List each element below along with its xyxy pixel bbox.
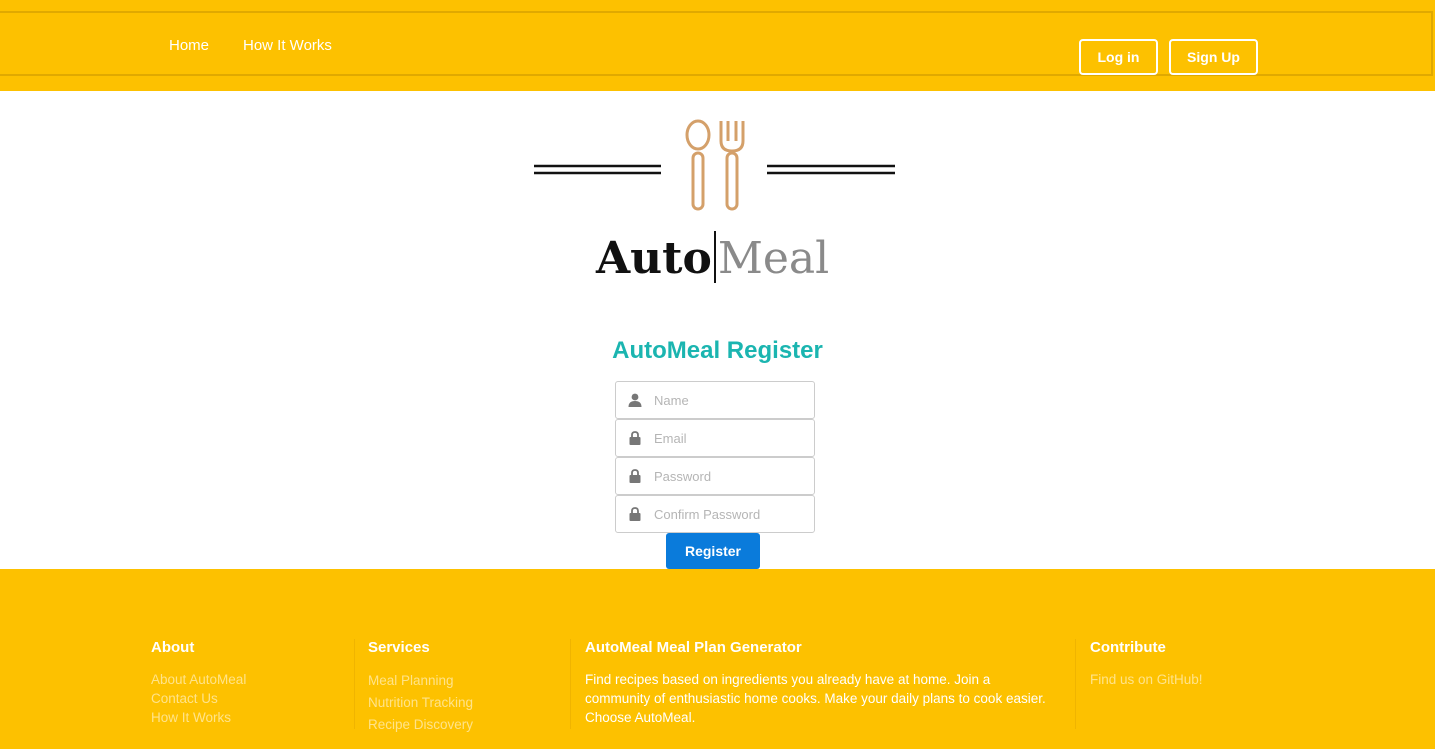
cutlery-emblem-icon	[534, 119, 895, 211]
logo-text-auto: Auto	[596, 233, 712, 284]
name-input[interactable]	[654, 392, 804, 408]
footer-services-column: Services Meal Planning Nutrition Trackin…	[368, 639, 473, 736]
register-title: AutoMeal Register	[612, 337, 823, 364]
automeal-logo: Auto Meal	[530, 115, 900, 290]
footer-link-nutrition-tracking[interactable]: Nutrition Tracking	[368, 692, 473, 714]
footer-contribute-column: Contribute Find us on GitHub!	[1090, 639, 1203, 689]
confirm-password-input[interactable]	[654, 506, 804, 522]
lock-icon	[616, 420, 654, 456]
footer-divider	[354, 639, 355, 729]
footer-generator-heading: AutoMeal Meal Plan Generator	[585, 639, 802, 656]
footer-link-github[interactable]: Find us on GitHub!	[1090, 670, 1203, 689]
footer-divider	[570, 639, 571, 729]
footer-link-about-automeal[interactable]: About AutoMeal	[151, 670, 246, 689]
footer-link-recipe-discovery[interactable]: Recipe Discovery	[368, 714, 473, 736]
footer-contribute-heading: Contribute	[1090, 639, 1166, 656]
confirm-password-field[interactable]	[615, 495, 815, 533]
lock-icon	[616, 458, 654, 494]
nav-home-link[interactable]: Home	[169, 37, 209, 54]
footer-link-how-it-works[interactable]: How It Works	[151, 708, 246, 727]
name-field[interactable]	[615, 381, 815, 419]
password-input[interactable]	[654, 468, 804, 484]
footer-about-column: About About AutoMeal Contact Us How It W…	[151, 639, 246, 727]
logo-text-meal: Meal	[717, 233, 830, 284]
nav-how-it-works-link[interactable]: How It Works	[243, 37, 332, 54]
footer-services-heading: Services	[368, 639, 430, 656]
navbar-inner: Home How It Works Log in Sign Up	[0, 11, 1433, 76]
footer-generator-column: AutoMeal Meal Plan Generator Find recipe…	[585, 639, 1055, 727]
logo-wordmark: Auto Meal	[596, 231, 829, 284]
register-button[interactable]: Register	[666, 533, 760, 569]
footer: About About AutoMeal Contact Us How It W…	[0, 569, 1435, 749]
logo-divider	[713, 231, 716, 283]
navbar: Home How It Works Log in Sign Up	[0, 0, 1435, 91]
footer-generator-text: Find recipes based on ingredients you al…	[585, 672, 1046, 725]
signup-button[interactable]: Sign Up	[1169, 39, 1258, 75]
footer-divider	[1075, 639, 1076, 729]
footer-about-heading: About	[151, 639, 195, 656]
user-icon	[616, 382, 654, 418]
email-field[interactable]	[615, 419, 815, 457]
login-button[interactable]: Log in	[1079, 39, 1158, 75]
password-field[interactable]	[615, 457, 815, 495]
footer-link-meal-planning[interactable]: Meal Planning	[368, 670, 473, 692]
lock-icon	[616, 496, 654, 532]
footer-link-contact-us[interactable]: Contact Us	[151, 689, 246, 708]
email-input[interactable]	[654, 430, 804, 446]
